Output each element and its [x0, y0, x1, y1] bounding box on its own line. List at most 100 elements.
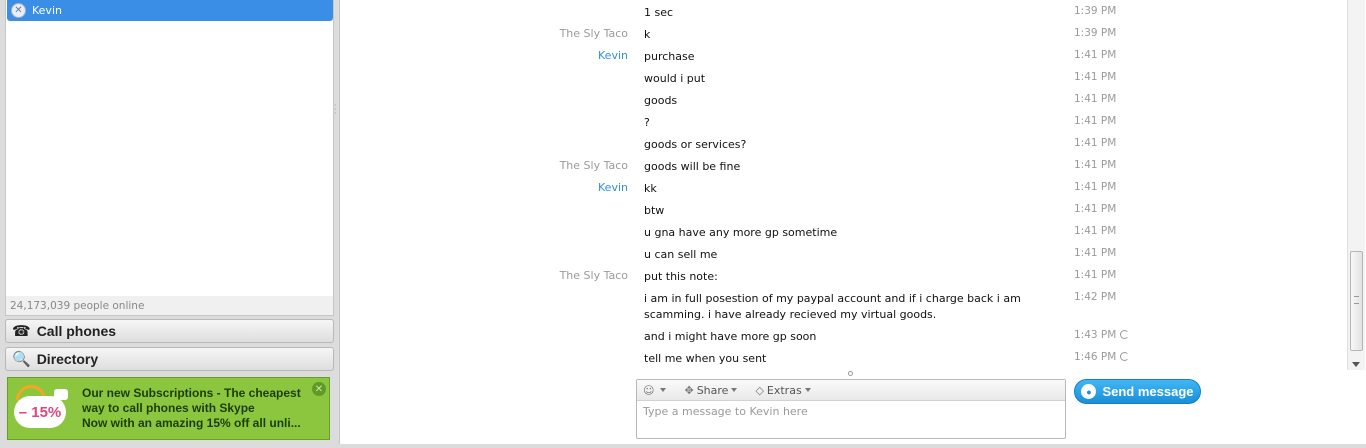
message-time: 1:41 PM	[1074, 159, 1116, 171]
sending-spinner-icon	[1120, 352, 1130, 361]
extras-icon: ◇	[755, 383, 764, 397]
message-time: 1:39 PM	[1074, 27, 1116, 39]
offline-status-icon: ✕	[11, 3, 26, 18]
message-text: put this note:	[644, 270, 718, 283]
message-time: 1:41 PM	[1074, 137, 1116, 149]
message-text: ?	[644, 116, 650, 129]
message-time-text: 1:41 PM	[1074, 49, 1117, 61]
emoticon-button[interactable]: ☺	[643, 383, 667, 397]
directory-button[interactable]: 🔍 Directory	[5, 347, 334, 371]
sending-spinner-icon	[1120, 330, 1130, 339]
message-time-text: 1:41 PM	[1074, 137, 1117, 149]
message-time: 1:41 PM	[1074, 181, 1116, 193]
extras-label: Extras	[766, 383, 802, 397]
contact-name: Kevin	[32, 4, 62, 17]
message-text: would i put	[644, 72, 706, 85]
message-time: 1:41 PM	[1074, 203, 1116, 215]
compose-box: ☺ ✥ Share ◇ Extras Type a message to Kev…	[636, 379, 1066, 439]
telephone-icon: ☎	[12, 323, 31, 340]
directory-label: Directory	[36, 351, 99, 367]
message-time: 1:46 PM	[1074, 351, 1130, 363]
message-text: goods	[644, 94, 678, 107]
message-time-text: 1:39 PM	[1074, 5, 1117, 17]
share-button[interactable]: ✥ Share	[684, 383, 738, 397]
scrollbar-thumb[interactable]	[1350, 251, 1363, 351]
send-message-button[interactable]: ● Send message	[1074, 379, 1201, 404]
message-text: btw	[644, 204, 665, 217]
chevron-down-icon	[660, 388, 667, 392]
chat-panel: 1 sec 1:39 PM The Sly Taco k 1:39 PM Kevin pur…	[339, 0, 1366, 444]
message-text: u can sell me	[644, 248, 718, 261]
call-phones-button[interactable]: ☎ Call phones	[5, 319, 334, 343]
message-sender[interactable]: Kevin	[598, 181, 628, 194]
vertical-scrollbar[interactable]	[1347, 0, 1365, 370]
panel-splitter[interactable]: · · ·	[334, 102, 337, 118]
message-time-text: 1:46 PM	[1074, 351, 1117, 363]
ad-line-3: Now with an amazing 15% off all unli...	[82, 416, 301, 430]
smiley-icon: ☺	[643, 383, 655, 397]
discount-badge: – 15%	[14, 396, 66, 428]
message-sender[interactable]: The Sly Taco	[560, 159, 628, 172]
message-text: tell me when you sent	[644, 352, 767, 365]
message-time: 1:41 PM	[1074, 49, 1116, 61]
message-time-text: 1:43 PM	[1074, 329, 1117, 341]
discount-cloud-icon: – 15%	[8, 377, 76, 440]
message-time: 1:41 PM	[1074, 225, 1116, 237]
message-text: u gna have any more gp sometime	[644, 226, 838, 239]
contact-item-kevin[interactable]: ✕ Kevin	[7, 0, 333, 21]
share-label: Share	[696, 383, 729, 397]
close-icon[interactable]: ✕	[312, 382, 326, 396]
message-time-text: 1:41 PM	[1074, 71, 1117, 83]
message-time-text: 1:41 PM	[1074, 203, 1117, 215]
online-count: 24,173,039 people online	[6, 296, 333, 315]
message-text: and i might have more gp soon	[644, 330, 817, 343]
message-time-text: 1:39 PM	[1074, 27, 1117, 39]
message-list: 1 sec 1:39 PM The Sly Taco k 1:39 PM Kevin pur…	[340, 0, 1346, 372]
message-text: goods will be fine	[644, 160, 741, 173]
message-time-text: 1:41 PM	[1074, 225, 1117, 237]
magnifier-icon: 🔍	[12, 351, 31, 368]
message-text: kk	[644, 182, 657, 195]
message-sender[interactable]: The Sly Taco	[560, 269, 628, 282]
ad-text: Our new Subscriptions - The cheapest way…	[82, 386, 312, 431]
message-input[interactable]: Type a message to Kevin here	[637, 401, 1065, 422]
message-time: 1:41 PM	[1074, 269, 1116, 281]
message-time-text: 1:41 PM	[1074, 181, 1117, 193]
ad-line-2: way to call phones with Skype	[82, 401, 255, 415]
message-time-text: 1:41 PM	[1074, 159, 1117, 171]
message-time: 1:43 PM	[1074, 329, 1130, 341]
chevron-down-icon	[731, 388, 738, 392]
message-time-text: 1:41 PM	[1074, 115, 1117, 127]
share-icon: ✥	[684, 383, 694, 397]
contact-list: ✕ Kevin 24,173,039 people online	[5, 0, 334, 316]
message-time: 1:39 PM	[1074, 5, 1116, 17]
message-time-text: 1:41 PM	[1074, 247, 1117, 259]
message-time: 1:42 PM	[1074, 291, 1116, 303]
message-text: 1 sec	[644, 6, 674, 19]
message-time-text: 1:42 PM	[1074, 291, 1117, 303]
call-phones-label: Call phones	[36, 323, 117, 339]
resize-handle[interactable]	[848, 371, 853, 376]
message-time-text: 1:41 PM	[1074, 269, 1117, 281]
ad-line-1: Our new Subscriptions - The cheapest	[82, 386, 301, 400]
message-sender[interactable]: The Sly Taco	[560, 27, 628, 40]
message-time: 1:41 PM	[1074, 93, 1116, 105]
compose-toolbar: ☺ ✥ Share ◇ Extras	[637, 380, 1065, 401]
message-time-text: 1:41 PM	[1074, 93, 1117, 105]
send-message-label: Send message	[1102, 384, 1194, 399]
message-text: goods or services?	[644, 138, 747, 151]
scroll-down-arrow-icon[interactable]	[1352, 362, 1360, 367]
message-time: 1:41 PM	[1074, 247, 1116, 259]
message-time: 1:41 PM	[1074, 71, 1116, 83]
left-panel: ✕ Kevin 24,173,039 people online ☎ Call …	[0, 0, 337, 448]
message-text: k	[644, 28, 651, 41]
message-sender[interactable]: Kevin	[598, 49, 628, 62]
grip-icon	[1354, 296, 1359, 304]
message-time: 1:41 PM	[1074, 115, 1116, 127]
chevron-down-icon	[804, 388, 811, 392]
message-text: purchase	[644, 50, 695, 63]
extras-button[interactable]: ◇ Extras	[755, 383, 811, 397]
subscription-ad-banner[interactable]: – 15% Our new Subscriptions - The cheape…	[7, 377, 330, 440]
chat-bubble-icon: ●	[1081, 384, 1097, 399]
message-text: i am in full posestion of my paypal acco…	[644, 292, 1021, 321]
